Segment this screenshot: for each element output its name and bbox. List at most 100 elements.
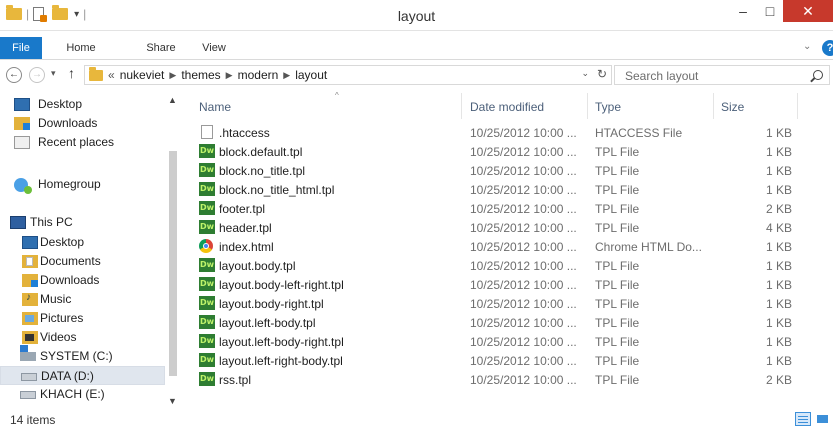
file-date: 10/25/2012 10:00 ... [470, 126, 577, 140]
sidebar-item-desktop[interactable]: Desktop [0, 95, 165, 114]
file-row-layout-left-right-body[interactable]: Dw layout.left-right-body.tpl 10/25/2012… [185, 351, 825, 370]
large-icons-view-icon[interactable] [815, 412, 831, 426]
homegroup-icon [14, 178, 32, 194]
tab-home[interactable]: Home [56, 37, 106, 59]
breadcrumb-separator-icon[interactable]: ▶ [169, 70, 176, 81]
downloads-folder-icon [22, 274, 38, 287]
tab-share[interactable]: Share [140, 37, 182, 59]
sidebar-item-this-pc[interactable]: This PC [0, 213, 165, 232]
sidebar-item-pictures[interactable]: Pictures [0, 309, 165, 328]
column-divider[interactable] [797, 93, 798, 119]
file-row-layout-left-body-right[interactable]: Dw layout.left-body-right.tpl 10/25/2012… [185, 332, 825, 351]
file-type: TPL File [595, 354, 640, 368]
file-size: 1 KB [765, 164, 792, 178]
sidebar-scrollbar[interactable]: ▲ ▼ [166, 93, 180, 408]
sidebar-item-recent-places[interactable]: Recent places [0, 133, 165, 152]
file-name: index.html [219, 240, 274, 254]
address-bar[interactable]: « nukeviet ▶ themes ▶ modern ▶ layout ⌄ … [84, 65, 612, 85]
file-row-header[interactable]: Dw header.tpl 10/25/2012 10:00 ... TPL F… [185, 218, 825, 237]
breadcrumb-layout[interactable]: layout [295, 68, 327, 82]
videos-folder-icon [22, 331, 38, 344]
file-row-layout-body[interactable]: Dw layout.body.tpl 10/25/2012 10:00 ... … [185, 256, 825, 275]
sidebar-item-pc-downloads[interactable]: Downloads [0, 271, 165, 290]
scroll-down-icon[interactable]: ▼ [168, 396, 177, 406]
file-row-layout-left-body[interactable]: Dw layout.left-body.tpl 10/25/2012 10:00… [185, 313, 825, 332]
column-divider[interactable] [713, 93, 714, 119]
sidebar-item-downloads[interactable]: Downloads [0, 114, 165, 133]
expand-ribbon-chevron-icon[interactable]: ⌄ [803, 41, 811, 52]
file-date: 10/25/2012 10:00 ... [470, 259, 577, 273]
file-row-layout-body-left-right[interactable]: Dw layout.body-left-right.tpl 10/25/2012… [185, 275, 825, 294]
scrollbar-thumb[interactable] [169, 151, 177, 376]
file-name: header.tpl [219, 221, 272, 235]
file-date: 10/25/2012 10:00 ... [470, 316, 577, 330]
file-row-block-no-title[interactable]: Dw block.no_title.tpl 10/25/2012 10:00 .… [185, 161, 825, 180]
address-overflow[interactable]: « [108, 68, 115, 82]
help-icon[interactable]: ? [822, 40, 833, 56]
file-row-block-no-title-html[interactable]: Dw block.no_title_html.tpl 10/25/2012 10… [185, 180, 825, 199]
dreamweaver-icon: Dw [199, 258, 215, 272]
sidebar-item-data-drive[interactable]: DATA (D:) [0, 366, 165, 385]
file-type: TPL File [595, 278, 640, 292]
computer-icon [10, 216, 26, 229]
sidebar-item-khach-drive[interactable]: KHACH (E:) [0, 385, 165, 404]
search-icon[interactable] [813, 70, 823, 80]
recent-locations-chevron-icon[interactable]: ▾ [51, 68, 56, 79]
column-header-name[interactable]: Name [199, 100, 231, 114]
search-box[interactable]: Search layout [614, 65, 830, 85]
file-size: 1 KB [765, 354, 792, 368]
column-divider[interactable] [461, 93, 462, 119]
maximize-button[interactable]: □ [757, 0, 783, 22]
file-date: 10/25/2012 10:00 ... [470, 240, 577, 254]
address-dropdown-icon[interactable]: ⌄ [581, 68, 589, 79]
sidebar-item-music[interactable]: Music [0, 290, 165, 309]
breadcrumb-nukeviet[interactable]: nukeviet [120, 68, 165, 82]
sidebar-item-label: DATA (D:) [41, 369, 94, 383]
refresh-icon[interactable]: ↻ [597, 67, 607, 81]
details-view-icon[interactable] [795, 412, 811, 426]
sidebar-item-pc-desktop[interactable]: Desktop [0, 233, 165, 252]
breadcrumb-separator-icon[interactable]: ▶ [283, 70, 290, 81]
scroll-up-icon[interactable]: ▲ [168, 95, 177, 105]
up-button[interactable]: ↑ [68, 65, 75, 81]
sidebar-item-system-drive[interactable]: SYSTEM (C:) [0, 345, 165, 366]
file-row-htaccess[interactable]: .htaccess 10/25/2012 10:00 ... HTACCESS … [185, 123, 825, 142]
window-title: layout [397, 8, 436, 24]
search-input[interactable]: Search layout [625, 69, 698, 83]
file-size: 1 KB [765, 126, 792, 140]
file-date: 10/25/2012 10:00 ... [470, 335, 577, 349]
file-row-rss[interactable]: Dw rss.tpl 10/25/2012 10:00 ... TPL File… [185, 370, 825, 389]
file-row-footer[interactable]: Dw footer.tpl 10/25/2012 10:00 ... TPL F… [185, 199, 825, 218]
sidebar-item-homegroup[interactable]: Homegroup [0, 175, 165, 194]
file-size: 1 KB [765, 240, 792, 254]
column-header-size[interactable]: Size [721, 100, 744, 114]
forward-button[interactable]: → [29, 67, 45, 83]
file-name: block.default.tpl [219, 145, 303, 159]
column-header-type[interactable]: Type [595, 100, 621, 114]
back-button[interactable]: ← [6, 67, 22, 83]
tab-view[interactable]: View [196, 37, 232, 59]
breadcrumb-separator-icon[interactable]: ▶ [226, 70, 233, 81]
file-icon [201, 125, 213, 139]
sidebar-item-label: SYSTEM (C:) [40, 349, 113, 363]
dreamweaver-icon: Dw [199, 277, 215, 291]
file-type: TPL File [595, 297, 640, 311]
file-type: TPL File [595, 183, 640, 197]
breadcrumb-themes[interactable]: themes [181, 68, 220, 82]
tab-file[interactable]: File [0, 37, 42, 59]
file-row-index-html[interactable]: index.html 10/25/2012 10:00 ... Chrome H… [185, 237, 825, 256]
file-row-layout-body-right[interactable]: Dw layout.body-right.tpl 10/25/2012 10:0… [185, 294, 825, 313]
file-name: layout.body.tpl [219, 259, 296, 273]
column-divider[interactable] [587, 93, 588, 119]
file-type: HTACCESS File [595, 126, 683, 140]
file-row-block-default[interactable]: Dw block.default.tpl 10/25/2012 10:00 ..… [185, 142, 825, 161]
file-type: TPL File [595, 316, 640, 330]
file-date: 10/25/2012 10:00 ... [470, 145, 577, 159]
breadcrumb-modern[interactable]: modern [238, 68, 279, 82]
sidebar-item-documents[interactable]: Documents [0, 252, 165, 271]
close-button[interactable]: ✕ [783, 0, 833, 22]
minimize-button[interactable]: – [730, 0, 756, 22]
column-header-date[interactable]: Date modified [470, 100, 544, 114]
file-type: TPL File [595, 373, 640, 387]
sidebar-item-label: Videos [40, 330, 77, 344]
